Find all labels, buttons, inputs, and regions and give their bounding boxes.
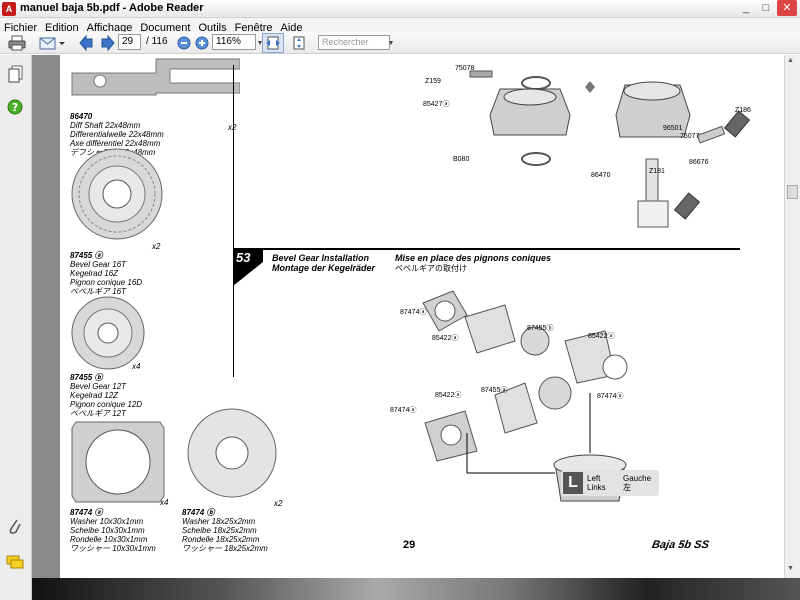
callout-75078: 75078 <box>455 65 475 72</box>
callout-85422a-2: 85422ⓐ <box>588 333 615 340</box>
part-87474a-caption: 87474 ⓐ Washer 10x30x1mm Scheibe 10x30x1… <box>70 508 156 553</box>
zoom-in-icon[interactable] <box>194 33 210 53</box>
page-number-input[interactable]: 29 <box>118 34 141 50</box>
zoom-out-icon[interactable] <box>176 33 192 53</box>
title-bar: A manuel baja 5b.pdf - Adobe Reader _ □ … <box>0 0 800 18</box>
part-87474a-qty: x4 <box>160 498 169 507</box>
step-header-rule <box>233 248 740 250</box>
adobe-reader-icon: A <box>2 2 16 16</box>
previous-page-icon[interactable] <box>78 33 96 53</box>
window-title: manuel baja 5b.pdf - Adobe Reader <box>20 2 204 14</box>
bevel-gear-16t-drawing <box>71 148 163 240</box>
comments-icon[interactable] <box>6 555 24 576</box>
print-icon[interactable] <box>6 33 28 53</box>
step-left-rule <box>233 277 234 377</box>
callout-96501: 96501 <box>663 125 683 132</box>
svg-text:?: ? <box>12 101 18 114</box>
legend-left-en: Left <box>587 474 601 483</box>
desktop-background-strip <box>32 578 800 600</box>
legend-left-jp: 左 <box>623 483 631 492</box>
part-87474b-qty: x2 <box>274 499 283 508</box>
baja-logo: Baja 5b SS <box>650 539 710 551</box>
menu-bar: Fichier Edition Affichage Document Outils Fen… <box>0 18 800 34</box>
fit-page-icon[interactable] <box>288 33 310 53</box>
diff-shaft-drawing <box>71 58 240 96</box>
attachment-icon[interactable] <box>8 517 22 540</box>
callout-z181: Z181 <box>649 168 665 175</box>
callout-z186: Z186 <box>735 107 751 114</box>
minimize-button[interactable]: _ <box>736 0 756 16</box>
callout-86676: 86676 <box>689 159 709 166</box>
callout-b080: B080 <box>453 156 470 163</box>
zoom-select[interactable]: 116% <box>212 34 256 50</box>
callout-85422a-3: 85422ⓐ <box>435 392 462 399</box>
pages-icon[interactable] <box>8 65 24 88</box>
search-input[interactable]: Rechercher <box>318 35 390 50</box>
close-button[interactable]: ✕ <box>777 0 797 16</box>
part-87455a-caption: 87455 ⓐ Bevel Gear 16T Kegelrad 16Z Pign… <box>70 251 143 296</box>
scroll-up-icon[interactable]: ▲ <box>787 57 794 64</box>
legend-left-fr: Gauche <box>623 474 652 483</box>
callout-87474a-2: 87474ⓐ <box>390 407 417 414</box>
step-title-de: Montage der Kegelräder <box>272 263 376 273</box>
step-title-en: Bevel Gear Installation <box>272 253 370 263</box>
step-number: 53 <box>236 250 251 265</box>
left-legend-badge: L <box>563 472 583 494</box>
bevel-gear-12t-drawing <box>71 296 145 370</box>
help-icon[interactable]: ? <box>7 99 23 120</box>
callout-87455a: 87455ⓐ <box>481 387 508 394</box>
step-title-fr: Mise en place des pignons coniques <box>395 253 552 263</box>
callout-75077: 75077 <box>680 133 700 140</box>
callout-85422a-1: 85422ⓐ <box>432 335 459 342</box>
search-dropdown-icon[interactable]: ▼ <box>386 33 396 53</box>
maximize-button[interactable]: □ <box>756 0 776 16</box>
left-legend: L Left Links Gauche 左 <box>561 470 659 496</box>
navigation-panel: ? <box>0 55 32 600</box>
callout-87455b: 87455ⓑ <box>527 325 554 332</box>
toolbar: 29 / 116 116% ▼ Rechercher ▼ <box>0 32 800 54</box>
part-87455b-caption: 87455 ⓑ Bevel Gear 12T Kegelrad 12Z Pign… <box>70 373 143 418</box>
scroll-down-icon[interactable]: ▼ <box>787 565 794 572</box>
part-87455b-qty: x4 <box>132 362 141 371</box>
callout-86470: 86470 <box>591 172 611 179</box>
differential-assembly-drawing <box>469 70 750 228</box>
washer-10x30-drawing <box>71 421 165 503</box>
fit-width-icon[interactable] <box>262 33 284 53</box>
callout-87474a-3: 87474ⓐ <box>597 393 624 400</box>
email-icon[interactable] <box>38 33 66 53</box>
pdf-page: 86470 Diff Shaft 22x48mm Differentialwel… <box>60 55 784 578</box>
callout-87474a-1: 87474ⓐ <box>400 309 427 316</box>
page-total: / 116 <box>146 36 168 47</box>
step-title-jp: ベベルギアの取付け <box>395 264 467 273</box>
washer-18x25-drawing <box>187 408 277 498</box>
scroll-thumb[interactable] <box>787 185 798 199</box>
callout-z159: Z159 <box>425 78 441 85</box>
part-87455a-qty: x2 <box>152 242 161 251</box>
part-87474b-caption: 87474 ⓑ Washer 18x25x2mm Scheibe 18x25x2… <box>182 508 268 553</box>
next-page-icon[interactable] <box>98 33 116 53</box>
page-number-label: 29 <box>403 539 416 551</box>
legend-left-de: Links <box>587 483 606 492</box>
vertical-scrollbar[interactable]: ▲ ▼ <box>784 55 800 578</box>
document-view: 86470 Diff Shaft 22x48mm Differentialwel… <box>32 55 784 578</box>
callout-85427a: 85427ⓐ <box>423 101 450 108</box>
